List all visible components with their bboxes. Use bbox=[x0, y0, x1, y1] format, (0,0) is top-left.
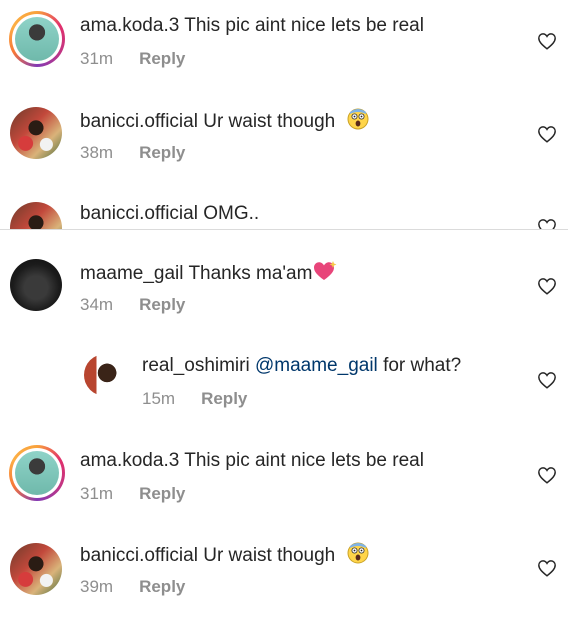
comment-username[interactable]: ama.koda.3 bbox=[80, 450, 179, 471]
comment-time: 15m bbox=[142, 389, 176, 408]
reply-row: real_oshimiri @maame_gail for what? 15m R… bbox=[0, 340, 568, 430]
comment-username[interactable]: ama.koda.3 bbox=[80, 15, 179, 36]
reply-button[interactable]: Reply bbox=[139, 295, 185, 314]
comment-body: OMG.. bbox=[203, 203, 260, 224]
comment-body: This pic aint nice lets be real bbox=[184, 15, 424, 36]
comment-time: 31m bbox=[80, 49, 114, 68]
comment-body: Ur waist though bbox=[203, 545, 336, 566]
comment-text: banicci.official OMG.. bbox=[80, 202, 259, 226]
comment-row: banicci.official OMG.. bbox=[0, 190, 568, 229]
heart-outline-icon[interactable] bbox=[537, 559, 557, 577]
mention-link[interactable]: @maame_gail bbox=[255, 355, 378, 376]
face-screaming-icon bbox=[347, 108, 369, 130]
heart-outline-icon[interactable] bbox=[537, 32, 557, 50]
comment-username[interactable]: real_oshimiri bbox=[142, 355, 250, 376]
face-screaming-icon bbox=[347, 542, 369, 564]
comment-text: banicci.official Ur waist though bbox=[80, 108, 369, 134]
comment-text: real_oshimiri @maame_gail for what? bbox=[142, 354, 461, 378]
comment-body: Thanks ma'am bbox=[188, 263, 313, 284]
comment-time: 34m bbox=[80, 295, 114, 314]
comment-body: for what? bbox=[383, 355, 462, 376]
heart-outline-icon[interactable] bbox=[537, 277, 557, 295]
comment-text: banicci.official Ur waist though bbox=[80, 542, 369, 568]
comment-username[interactable]: banicci.official bbox=[80, 203, 198, 224]
comment-row: banicci.official Ur waist though 38m Repl… bbox=[0, 95, 568, 185]
reply-button[interactable]: Reply bbox=[139, 49, 185, 68]
sparkling-heart-icon bbox=[314, 261, 337, 280]
avatar[interactable] bbox=[9, 11, 65, 67]
comment-text: maame_gail Thanks ma'am bbox=[80, 260, 338, 286]
comment-username[interactable]: banicci.official bbox=[80, 111, 198, 132]
avatar[interactable] bbox=[84, 354, 126, 396]
comment-text: ama.koda.3 This pic aint nice lets be re… bbox=[80, 449, 424, 473]
avatar[interactable] bbox=[10, 202, 62, 229]
heart-outline-icon[interactable] bbox=[537, 371, 557, 389]
avatar[interactable] bbox=[10, 107, 62, 159]
reply-button[interactable]: Reply bbox=[201, 389, 247, 408]
comment-time: 31m bbox=[80, 484, 114, 503]
avatar[interactable] bbox=[10, 543, 62, 595]
comment-row: banicci.official Ur waist though 39m Repl… bbox=[0, 530, 568, 618]
comment-body: This pic aint nice lets be real bbox=[184, 450, 424, 471]
divider bbox=[0, 229, 568, 230]
comment-text: ama.koda.3 This pic aint nice lets be re… bbox=[80, 14, 424, 38]
avatar[interactable] bbox=[10, 259, 62, 311]
comment-row: ama.koda.3 This pic aint nice lets be re… bbox=[0, 435, 568, 525]
reply-button[interactable]: Reply bbox=[139, 143, 185, 162]
comment-row: ama.koda.3 This pic aint nice lets be re… bbox=[0, 0, 568, 90]
reply-button[interactable]: Reply bbox=[139, 484, 185, 503]
heart-outline-icon[interactable] bbox=[537, 125, 557, 143]
heart-outline-icon[interactable] bbox=[537, 218, 557, 229]
comment-time: 38m bbox=[80, 143, 114, 162]
comment-row: maame_gail Thanks ma'am 34m Reply bbox=[0, 240, 568, 330]
comment-username[interactable]: maame_gail bbox=[80, 263, 184, 284]
reply-button[interactable]: Reply bbox=[139, 577, 185, 596]
avatar[interactable] bbox=[9, 445, 65, 501]
comment-time: 39m bbox=[80, 577, 114, 596]
comment-username[interactable]: banicci.official bbox=[80, 545, 198, 566]
heart-outline-icon[interactable] bbox=[537, 466, 557, 484]
comment-body: Ur waist though bbox=[203, 111, 336, 132]
